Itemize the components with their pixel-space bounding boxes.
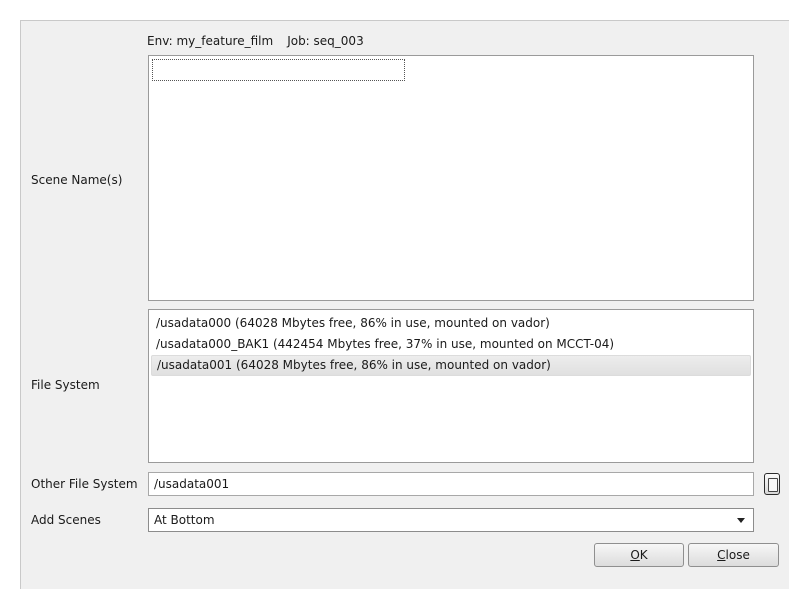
file-system-item[interactable]: /usadata000 (64028 Mbytes free, 86% in u…	[151, 313, 751, 334]
file-system-label: File System	[31, 378, 100, 392]
add-scenes-dialog: Env: my_feature_film Job: seq_003 Scene N…	[20, 20, 789, 589]
browse-button[interactable]	[764, 473, 780, 495]
env-label: Env: my_feature_film	[147, 34, 274, 48]
file-system-item-selected[interactable]: /usadata001 (64028 Mbytes free, 86% in u…	[151, 355, 751, 376]
browse-icon	[768, 478, 778, 492]
close-button[interactable]: Close	[688, 543, 779, 567]
ok-mnemonic: O	[630, 548, 640, 562]
close-mnemonic: C	[717, 548, 726, 562]
chevron-down-icon	[737, 518, 745, 523]
add-scenes-value: At Bottom	[154, 513, 215, 527]
other-file-system-label: Other File System	[31, 477, 138, 491]
env-job-info: Env: my_feature_film Job: seq_003	[147, 31, 364, 51]
ok-button[interactable]: OK	[594, 543, 684, 567]
close-label-rest: lose	[725, 548, 750, 562]
add-scenes-label: Add Scenes	[31, 513, 101, 527]
file-system-list[interactable]: /usadata000 (64028 Mbytes free, 86% in u…	[148, 309, 754, 463]
other-file-system-field[interactable]: /usadata001	[148, 472, 754, 496]
job-label: Job: seq_003	[287, 34, 364, 48]
file-system-item[interactable]: /usadata000_BAK1 (442454 Mbytes free, 37…	[151, 334, 751, 355]
scene-names-input[interactable]	[148, 55, 754, 301]
add-scenes-select[interactable]: At Bottom	[148, 508, 754, 532]
scene-names-label: Scene Name(s)	[31, 173, 123, 187]
ok-label-rest: K	[639, 548, 648, 562]
scene-name-focus-cell[interactable]	[152, 59, 405, 81]
